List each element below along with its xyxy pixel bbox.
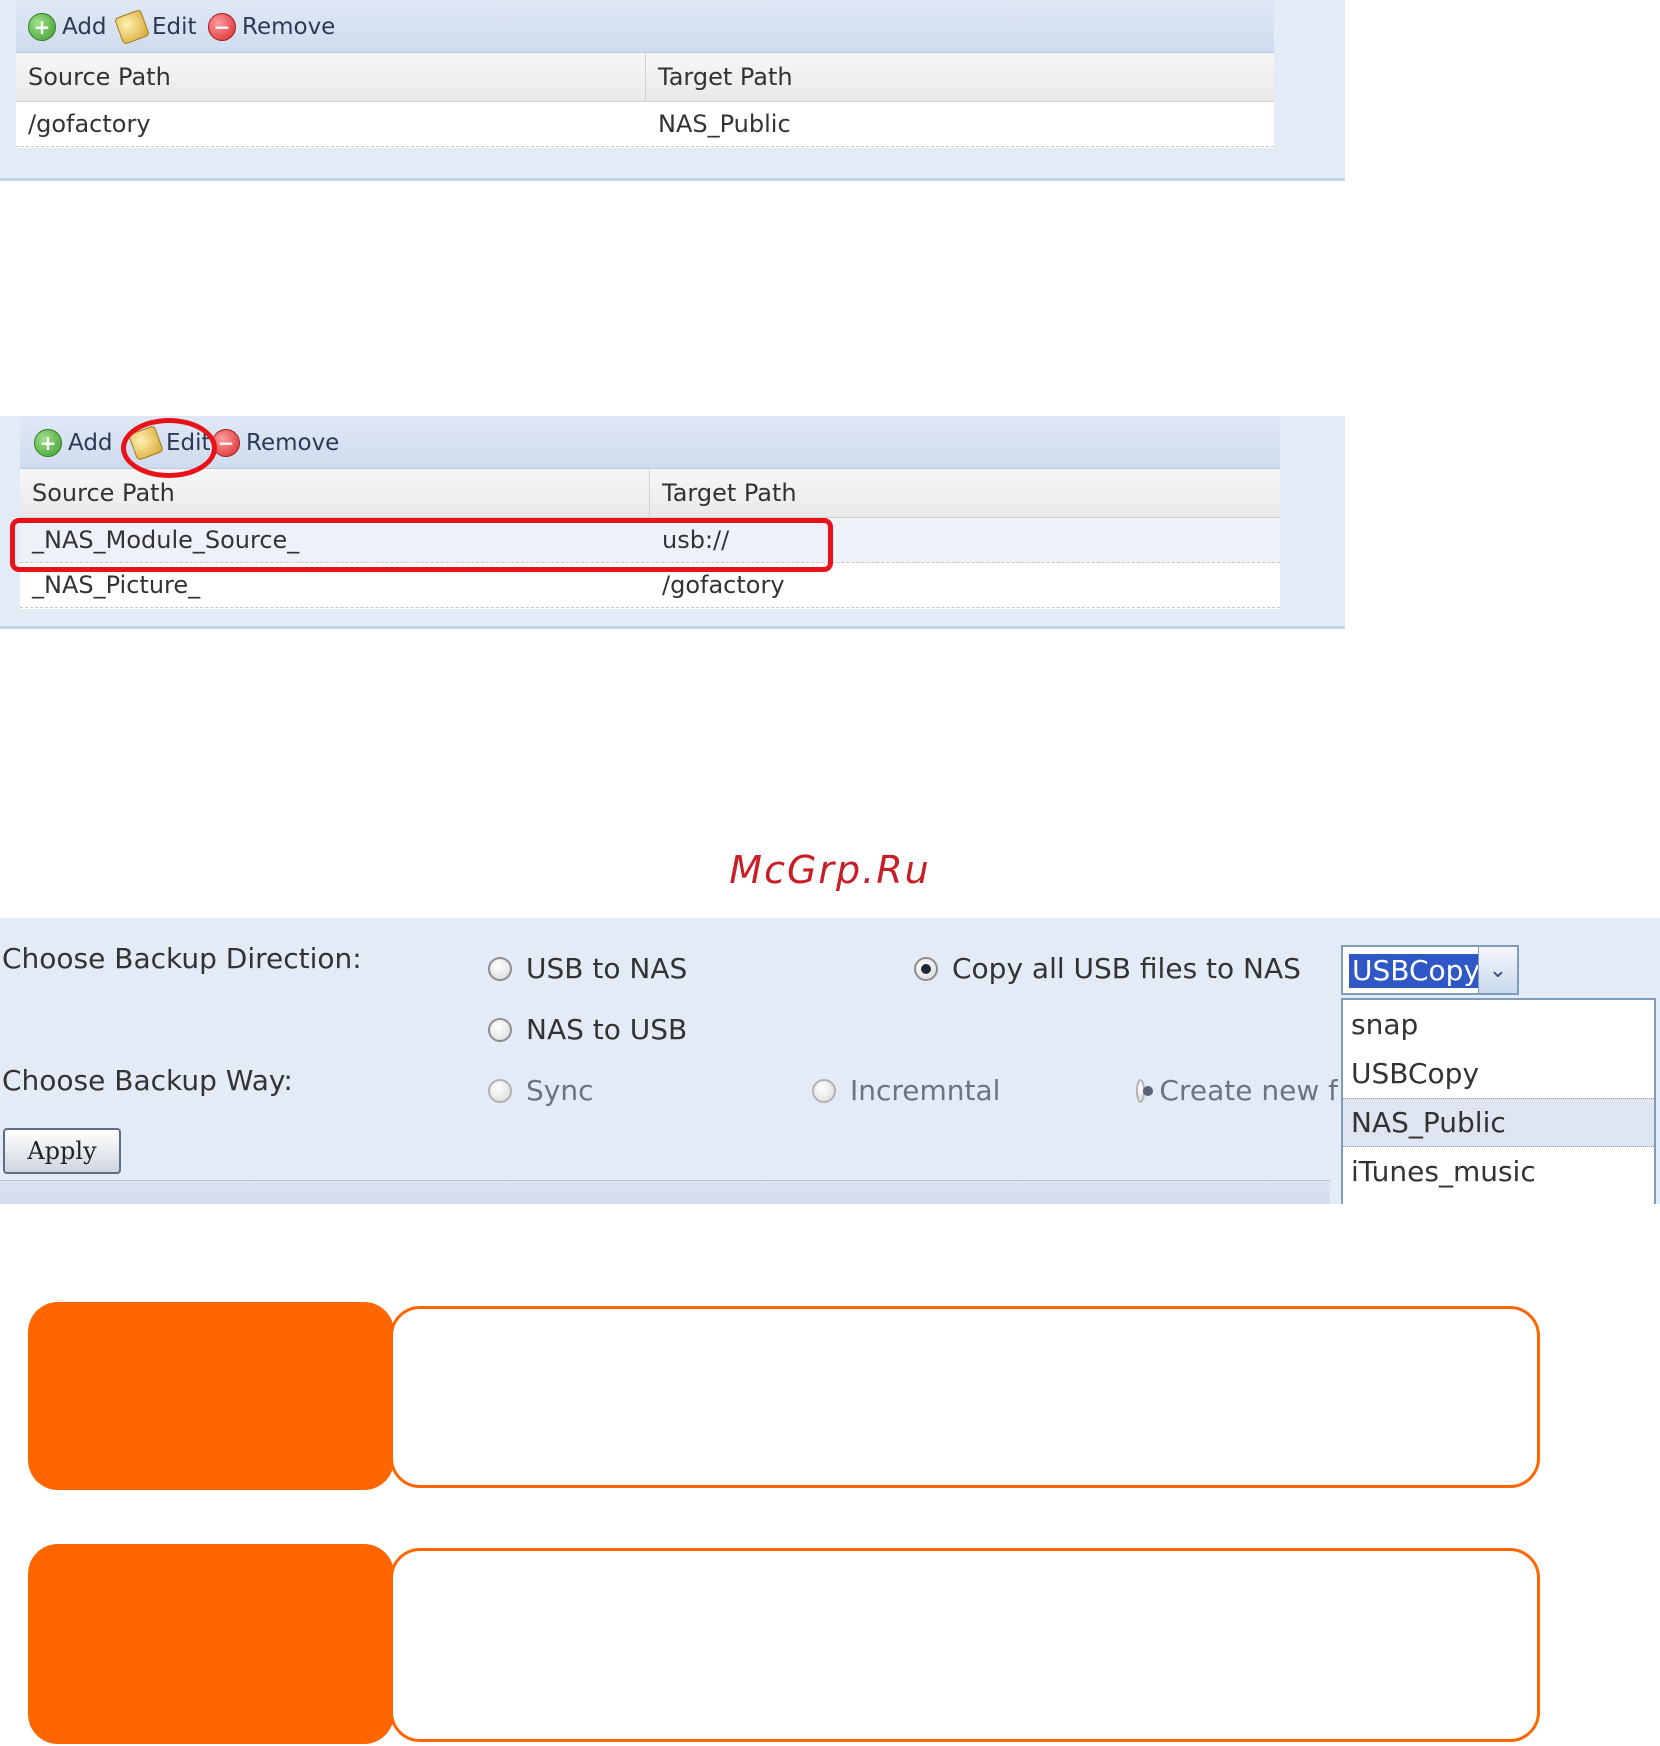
note-tab xyxy=(28,1302,394,1490)
radio-icon xyxy=(812,1078,836,1103)
add-icon: + xyxy=(28,13,56,41)
radio-sync[interactable]: Sync xyxy=(488,1074,593,1107)
target-folder-select[interactable]: USBCopy ⌄ xyxy=(1341,945,1519,995)
dropdown-option[interactable]: snap xyxy=(1343,1000,1654,1049)
backup-direction-label: Choose Backup Direction: xyxy=(2,942,362,975)
row-highlight-box xyxy=(10,518,833,572)
radio-icon xyxy=(488,1017,512,1042)
radio-incremental[interactable]: Incremntal xyxy=(812,1074,1000,1107)
radio-usb-to-nas[interactable]: USB to NAS xyxy=(488,952,687,985)
dropdown-option[interactable]: iTunes_music xyxy=(1343,1147,1654,1196)
remove-icon: − xyxy=(208,13,236,41)
apply-button[interactable]: Apply xyxy=(3,1128,121,1174)
note-tab xyxy=(28,1544,394,1744)
radio-selected-icon xyxy=(1136,1078,1154,1103)
watermark: McGrp.Ru xyxy=(729,848,931,892)
remove-button[interactable]: − Remove xyxy=(208,12,335,42)
dropdown-option[interactable]: USBCopy xyxy=(1343,1049,1654,1098)
grid-toolbar: + Add Edit − Remove xyxy=(16,0,1274,53)
share-mapping-panel-1: + Add Edit − Remove Source Path Target P… xyxy=(0,0,1345,181)
radio-create-new-folder[interactable]: Create new f xyxy=(1136,1074,1338,1107)
radio-selected-icon xyxy=(914,956,938,981)
source-path-cell: /gofactory xyxy=(28,110,151,138)
add-button[interactable]: + Add xyxy=(34,428,113,458)
dropdown-option-hovered[interactable]: NAS_Public xyxy=(1343,1098,1654,1147)
backup-settings-panel: Choose Backup Direction: USB to NAS NAS … xyxy=(0,918,1660,1204)
note-box xyxy=(28,1544,1540,1744)
backup-way-label: Choose Backup Way: xyxy=(2,1064,293,1097)
path-grid: Source Path Target Path /gofactory NAS_P… xyxy=(16,53,1274,148)
partial-toolbar xyxy=(0,1181,1330,1204)
grid-header: Source Path Target Path xyxy=(20,469,1280,518)
edit-button[interactable]: Edit xyxy=(114,9,197,45)
note-body xyxy=(390,1306,1540,1488)
column-header-source[interactable]: Source Path xyxy=(16,53,646,101)
radio-nas-to-usb[interactable]: NAS to USB xyxy=(488,1013,687,1046)
radio-copy-all-usb[interactable]: Copy all USB files to NAS xyxy=(914,952,1301,985)
grid-header: Source Path Target Path xyxy=(16,53,1274,102)
select-value: USBCopy xyxy=(1349,954,1484,988)
column-header-source[interactable]: Source Path xyxy=(20,469,650,517)
radio-icon xyxy=(488,1078,512,1103)
note-box xyxy=(28,1302,1540,1490)
column-header-target[interactable]: Target Path xyxy=(650,469,1280,517)
note-body xyxy=(390,1548,1540,1742)
add-icon: + xyxy=(34,429,62,457)
edit-icon xyxy=(114,9,150,45)
column-header-target[interactable]: Target Path xyxy=(646,53,1274,101)
chevron-down-icon[interactable]: ⌄ xyxy=(1478,947,1517,993)
table-row[interactable]: /gofactory NAS_Public xyxy=(16,102,1274,147)
target-folder-dropdown: snap USBCopy NAS_Public iTunes_music xyxy=(1341,998,1656,1204)
add-button[interactable]: + Add xyxy=(28,12,107,42)
target-path-cell: NAS_Public xyxy=(658,110,791,138)
edit-highlight-circle xyxy=(121,418,217,478)
radio-icon xyxy=(488,956,512,981)
remove-button[interactable]: − Remove xyxy=(212,428,339,458)
